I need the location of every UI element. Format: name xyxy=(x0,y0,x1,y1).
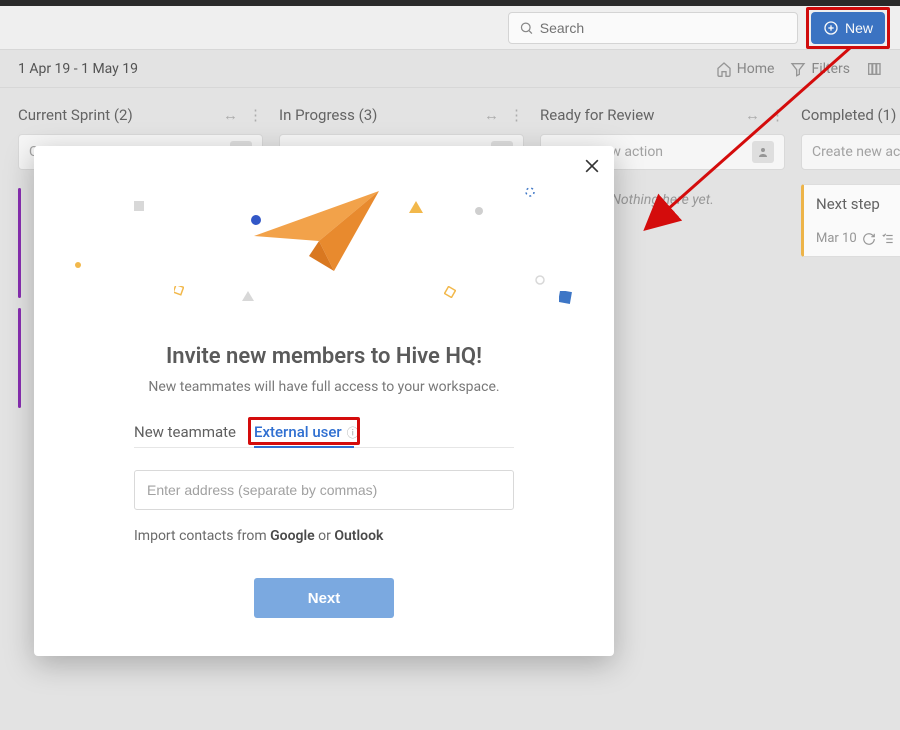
modal-tabs: New teammate External user ⓘ xyxy=(134,423,514,448)
import-contacts-line: Import contacts from Google or Outlook xyxy=(134,528,514,544)
deco-spin xyxy=(524,186,536,198)
deco-square xyxy=(559,291,573,305)
import-or: or xyxy=(318,528,334,544)
tab-external-label: External user xyxy=(254,423,342,441)
modal-illustration xyxy=(34,146,614,306)
deco-square xyxy=(134,201,144,211)
modal-subtitle: New teammates will have full access to y… xyxy=(34,379,614,395)
paper-plane-icon xyxy=(249,186,389,276)
email-input[interactable] xyxy=(134,470,514,510)
invite-modal: Invite new members to Hive HQ! New teamm… xyxy=(34,146,614,656)
modal-title: Invite new members to Hive HQ! xyxy=(34,344,614,369)
tab-new-teammate[interactable]: New teammate xyxy=(134,423,236,441)
next-button[interactable]: Next xyxy=(254,578,394,618)
deco-square xyxy=(174,286,184,296)
deco-circle xyxy=(74,261,82,269)
deco-triangle xyxy=(242,291,254,301)
deco-circle xyxy=(474,206,484,216)
tab-external-user[interactable]: External user ⓘ xyxy=(254,423,359,441)
email-input-wrap xyxy=(134,470,514,510)
deco-circle xyxy=(534,274,546,286)
import-prefix: Import contacts from xyxy=(134,528,270,544)
import-outlook-link[interactable]: Outlook xyxy=(334,528,383,544)
help-icon[interactable]: ⓘ xyxy=(344,426,359,440)
import-google-link[interactable]: Google xyxy=(270,528,315,544)
deco-circle xyxy=(250,214,262,226)
deco-square xyxy=(444,286,456,298)
deco-triangle xyxy=(409,201,423,213)
